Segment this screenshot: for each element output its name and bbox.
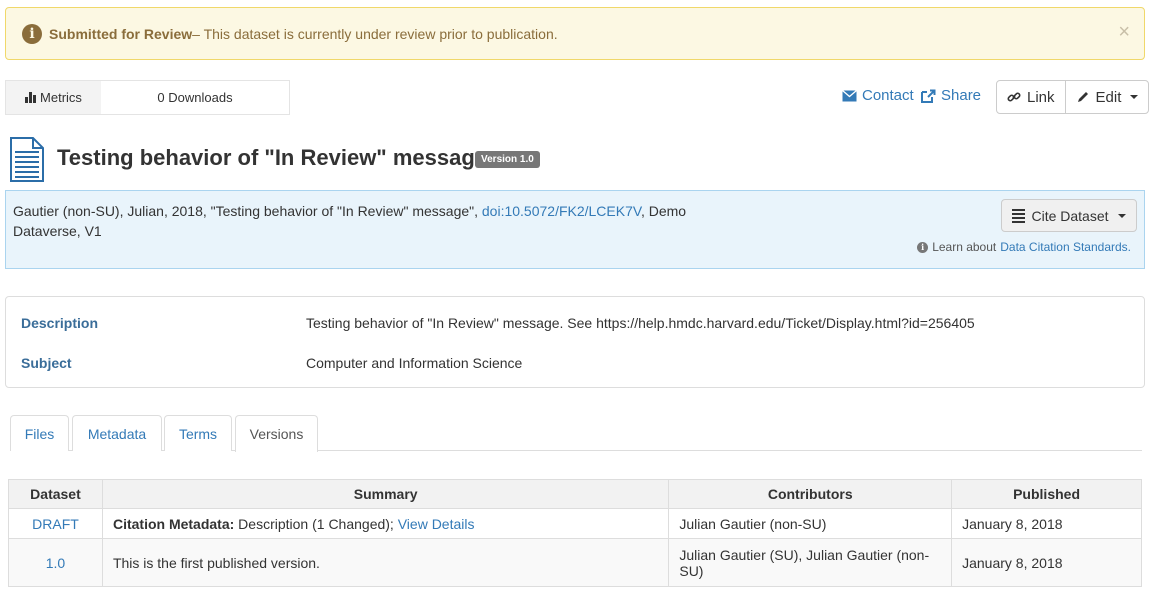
tab-files[interactable]: Files: [10, 415, 69, 451]
version-cell: DRAFT: [8, 508, 103, 539]
version-cell: 1.0: [8, 538, 103, 587]
dataset-title: Testing behavior of "In Review" message: [57, 145, 488, 170]
description-value: Testing behavior of "In Review" message.…: [306, 315, 975, 331]
list-icon: [1012, 208, 1026, 223]
envelope-icon: [842, 89, 857, 101]
close-icon[interactable]: ×: [1118, 21, 1130, 44]
table-header-row: Dataset Summary Contributors Published: [8, 479, 1142, 509]
contact-link[interactable]: Contact: [842, 87, 914, 104]
downloads-count: 0 Downloads: [157, 90, 233, 105]
versions-table: Dataset Summary Contributors Published D…: [8, 479, 1142, 587]
dataset-button-group: Link Edit: [996, 80, 1150, 114]
summary-cell: This is the first published version.: [101, 538, 670, 587]
header-dataset[interactable]: Dataset: [8, 479, 103, 509]
citation-box: Gautier (non-SU), Julian, 2018, "Testing…: [5, 190, 1145, 269]
citation-standards-note: i Learn about Data Citation Standards.: [917, 240, 1131, 254]
share-label: Share: [941, 87, 982, 104]
link-label: Link: [1027, 88, 1055, 106]
share-icon: [921, 89, 936, 103]
version-link-draft[interactable]: DRAFT: [32, 516, 79, 532]
alert-title: Submitted for Review: [49, 25, 193, 42]
version-badge: Version 1.0: [475, 151, 540, 168]
citation-text: Gautier (non-SU), Julian, 2018, "Testing…: [13, 201, 703, 241]
metrics-box: Metrics 0 Downloads: [5, 80, 290, 115]
published-cell: January 8, 2018: [951, 508, 1142, 539]
summary-text: Description (1 Changed);: [234, 515, 398, 532]
dataset-summary-panel: Description Testing behavior of "In Revi…: [5, 296, 1145, 388]
citation-text-before: Gautier (non-SU), Julian, 2018, "Testing…: [13, 203, 482, 219]
doi-link[interactable]: doi:10.5072/FK2/LCEK7V: [482, 203, 641, 219]
edit-label: Edit: [1095, 88, 1122, 106]
chevron-down-icon: [1130, 95, 1139, 99]
summary-bold: Citation Metadata:: [112, 515, 235, 532]
review-alert: i Submitted for Review – This dataset is…: [5, 7, 1145, 60]
description-label: Description: [21, 315, 99, 331]
version-link-1-0[interactable]: 1.0: [46, 555, 65, 571]
document-icon: [10, 137, 44, 182]
cite-dataset-button[interactable]: Cite Dataset: [1001, 199, 1137, 232]
contributors-cell: Julian Gautier (non-SU): [668, 508, 953, 539]
summary-cell: Citation Metadata: Description (1 Change…: [101, 508, 670, 539]
header-contributors[interactable]: Contributors: [668, 479, 953, 509]
dataset-tabs: Files Metadata Terms Versions: [10, 415, 1142, 452]
alert-message: – This dataset is currently under review…: [192, 25, 558, 42]
contributors-cell: Julian Gautier (SU), Julian Gautier (non…: [668, 538, 953, 587]
edit-button[interactable]: Edit: [1064, 81, 1149, 113]
tab-versions[interactable]: Versions: [235, 415, 318, 452]
pencil-icon: [1077, 92, 1088, 102]
table-row: 1.0 This is the first published version.…: [8, 538, 1142, 587]
tab-metadata[interactable]: Metadata: [72, 415, 162, 451]
subject-row: Subject Computer and Information Science: [21, 355, 1131, 371]
link-button[interactable]: Link: [997, 81, 1065, 113]
table-row: DRAFT Citation Metadata: Description (1 …: [8, 508, 1142, 539]
share-link[interactable]: Share: [921, 87, 981, 104]
tab-terms[interactable]: Terms: [164, 415, 232, 451]
bar-chart-icon: [25, 92, 37, 103]
metrics-label: Metrics: [6, 81, 101, 114]
header-summary[interactable]: Summary: [101, 479, 670, 509]
learn-prefix: Learn about: [932, 240, 997, 254]
published-cell: January 8, 2018: [951, 538, 1142, 587]
cite-dataset-label: Cite Dataset: [1031, 207, 1109, 224]
citation-standards-link[interactable]: Data Citation Standards.: [1000, 240, 1131, 254]
view-details-link[interactable]: View Details: [398, 516, 475, 532]
subject-label: Subject: [21, 355, 72, 371]
contact-label: Contact: [862, 87, 914, 104]
info-icon: i: [917, 241, 929, 253]
header-published[interactable]: Published: [951, 479, 1142, 509]
chevron-down-icon: [1117, 213, 1126, 218]
description-row: Description Testing behavior of "In Revi…: [21, 315, 1131, 331]
info-icon: i: [22, 23, 42, 44]
link-icon: [1007, 92, 1021, 102]
metrics-label-text: Metrics: [40, 90, 82, 105]
subject-value: Computer and Information Science: [306, 355, 523, 371]
